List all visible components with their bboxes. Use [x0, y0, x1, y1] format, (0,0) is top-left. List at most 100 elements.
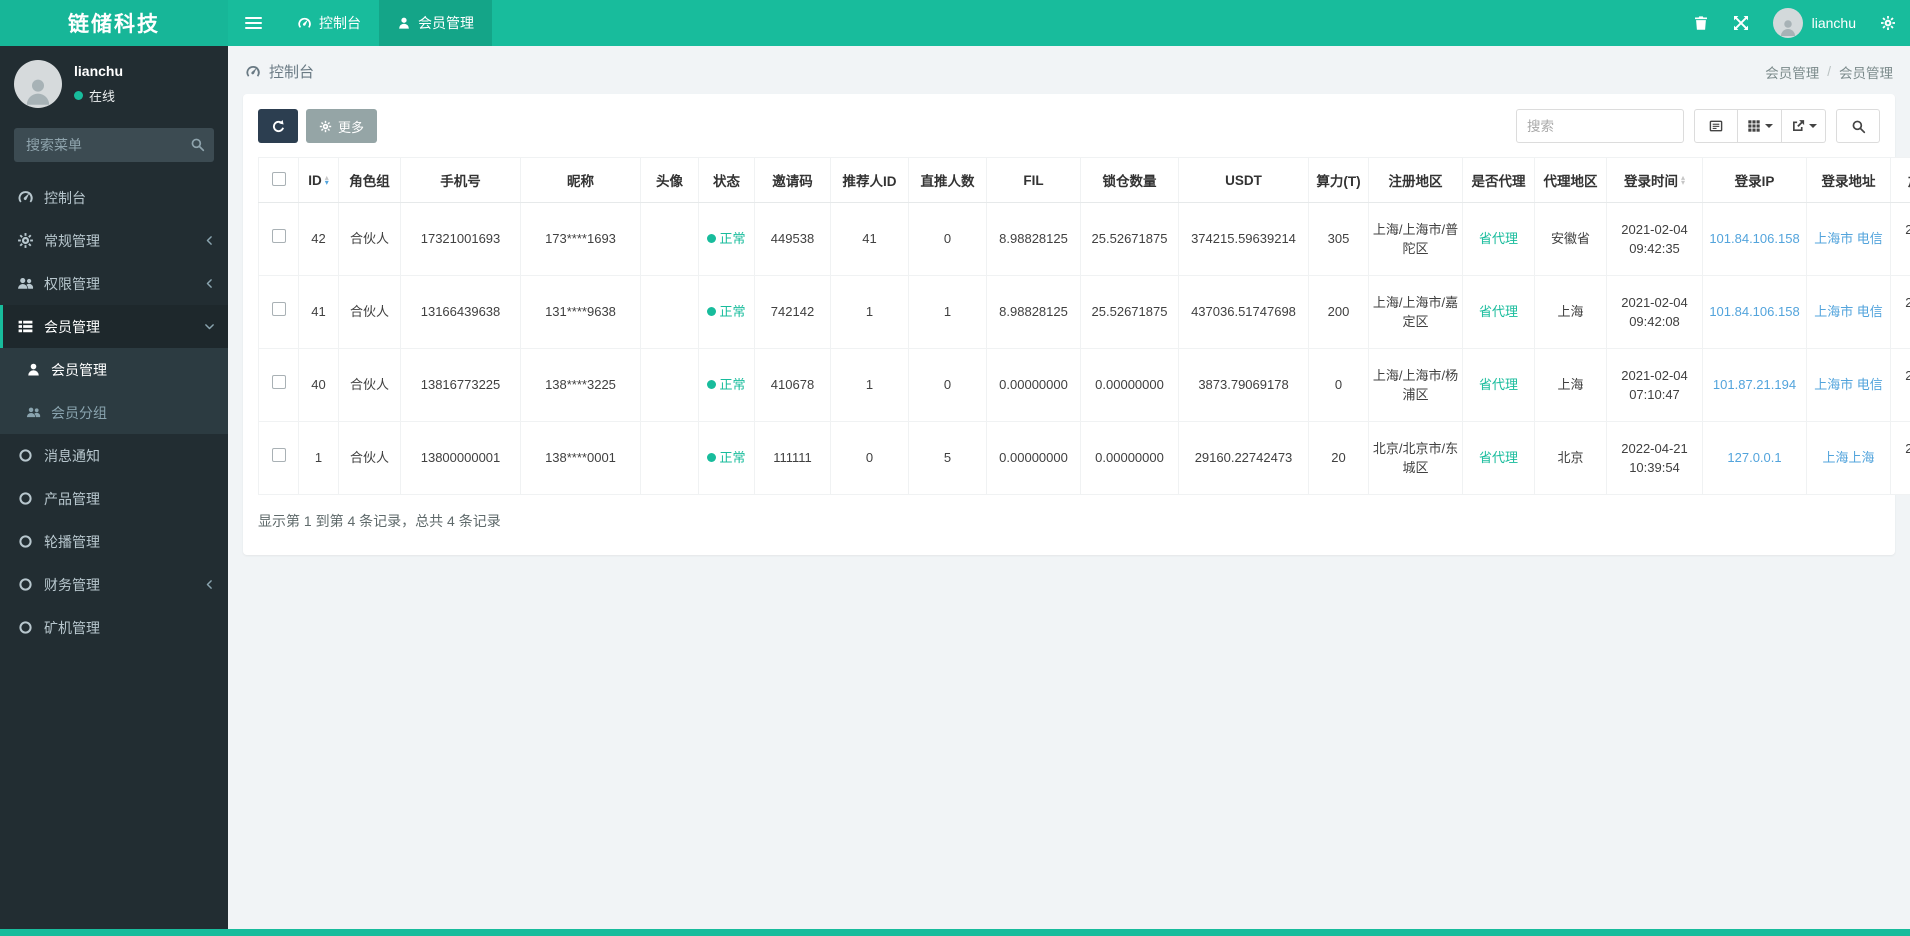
- col-header-id[interactable]: ID▴▾: [299, 158, 339, 203]
- users-icon: [26, 405, 41, 420]
- cell-agent_area: 安徽省: [1535, 203, 1607, 276]
- detail-view-button[interactable]: [1694, 109, 1738, 143]
- gear-icon: [17, 232, 34, 249]
- tab-dashboard[interactable]: 控制台: [279, 0, 379, 46]
- table-row: 41合伙人13166439638131****9638正常742142118.9…: [259, 276, 1910, 349]
- sidebar-item-carousel[interactable]: 轮播管理: [0, 520, 228, 563]
- agent-level-link[interactable]: 省代理: [1479, 231, 1518, 246]
- table-search-input[interactable]: [1516, 109, 1684, 143]
- col-header-role: 角色组: [339, 158, 401, 203]
- view-button-group: [1694, 109, 1826, 143]
- sidebar-item-members[interactable]: 会员管理: [0, 305, 228, 348]
- cell-direct: 0: [909, 203, 987, 276]
- bottom-accent-bar: [0, 929, 1910, 936]
- cell-reg_area: 上海/上海市/杨浦区: [1369, 349, 1463, 422]
- col-header-join_time[interactable]: 加入时间▴▾: [1891, 158, 1910, 203]
- more-button[interactable]: 更多: [306, 109, 377, 143]
- table-row: 1合伙人13800000001138****0001正常111111050.00…: [259, 422, 1910, 495]
- grid-icon: [1747, 119, 1761, 133]
- row-checkbox[interactable]: [272, 302, 286, 316]
- cell-status: 正常: [699, 203, 755, 276]
- row-checkbox[interactable]: [272, 375, 286, 389]
- members-table: ID▴▾角色组手机号昵称头像状态邀请码推荐人ID直推人数FIL锁仓数量USDT算…: [258, 157, 1910, 495]
- sidebar-item-products[interactable]: 产品管理: [0, 477, 228, 520]
- sidebar-toggle-button[interactable]: [228, 0, 279, 46]
- cell-avatar: [641, 276, 699, 349]
- status-dot-icon: [707, 453, 716, 462]
- trash-icon[interactable]: [1693, 15, 1709, 31]
- col-header-login_time[interactable]: 登录时间▴▾: [1607, 158, 1703, 203]
- col-header-check[interactable]: [259, 158, 299, 203]
- cell-usdt: 437036.51747698: [1179, 276, 1309, 349]
- sidebar-subitem-member-manage[interactable]: 会员管理: [0, 348, 228, 391]
- agent-level-link[interactable]: 省代理: [1479, 450, 1518, 465]
- cell-status: 正常: [699, 349, 755, 422]
- sidebar-item-miners[interactable]: 矿机管理: [0, 606, 228, 649]
- agent-level-link[interactable]: 省代理: [1479, 304, 1518, 319]
- cell-login_addr: 上海市 电信: [1807, 203, 1891, 276]
- cell-login_ip: 127.0.0.1: [1703, 422, 1807, 495]
- sidebar-item-finance[interactable]: 财务管理: [0, 563, 228, 606]
- sidebar-item-dashboard[interactable]: 控制台: [0, 176, 228, 219]
- columns-button[interactable]: [1738, 109, 1782, 143]
- cell-login_ip: 101.84.106.158: [1703, 203, 1807, 276]
- sidebar-item-general[interactable]: 常规管理: [0, 219, 228, 262]
- table-card: 更多: [243, 94, 1895, 555]
- circle-icon: [17, 490, 34, 507]
- avatar: [14, 60, 62, 108]
- user-icon: [397, 16, 411, 30]
- export-button[interactable]: [1782, 109, 1826, 143]
- tab-members[interactable]: 会员管理: [379, 0, 492, 46]
- cell-check: [259, 276, 299, 349]
- sidebar-subitem-member-group[interactable]: 会员分组: [0, 391, 228, 434]
- cell-login_addr: 上海上海: [1807, 422, 1891, 495]
- col-header-avatar: 头像: [641, 158, 699, 203]
- cell-phone: 13166439638: [401, 276, 521, 349]
- agent-level-link[interactable]: 省代理: [1479, 377, 1518, 392]
- chevron-left-icon: [203, 277, 216, 290]
- cell-role: 合伙人: [339, 422, 401, 495]
- sidebar-item-notifications[interactable]: 消息通知: [0, 434, 228, 477]
- cell-power: 20: [1309, 422, 1369, 495]
- refresh-button[interactable]: [258, 109, 298, 143]
- login_ip-link[interactable]: 127.0.0.1: [1727, 450, 1781, 465]
- cell-role: 合伙人: [339, 203, 401, 276]
- cell-login_time: 2021-02-04 09:42:08: [1607, 276, 1703, 349]
- caret-down-icon: [1809, 124, 1817, 128]
- gear-icon: [319, 120, 332, 133]
- breadcrumb-item: 会员管理: [1839, 62, 1893, 82]
- cell-nick: 131****9638: [521, 276, 641, 349]
- login_addr-link[interactable]: 上海市 电信: [1814, 377, 1883, 392]
- online-dot-icon: [74, 91, 83, 100]
- cell-direct: 1: [909, 276, 987, 349]
- status-badge: 正常: [707, 377, 745, 392]
- cell-usdt: 3873.79069178: [1179, 349, 1309, 422]
- login_addr-link[interactable]: 上海市 电信: [1814, 231, 1883, 246]
- cell-referrer: 0: [831, 422, 909, 495]
- settings-gears-icon[interactable]: [1880, 15, 1896, 31]
- login_ip-link[interactable]: 101.87.21.194: [1713, 377, 1796, 392]
- menu-search-input[interactable]: [14, 128, 214, 162]
- cell-login_time: 2021-02-04 09:42:35: [1607, 203, 1703, 276]
- status-badge: 正常: [707, 304, 745, 319]
- cell-agent_area: 北京: [1535, 422, 1607, 495]
- cell-join_time: 2021-02-03 22:19:58: [1891, 276, 1910, 349]
- search-submit-button[interactable]: [1836, 109, 1880, 143]
- login_ip-link[interactable]: 101.84.106.158: [1709, 231, 1799, 246]
- cell-avatar: [641, 349, 699, 422]
- breadcrumb-item[interactable]: 会员管理: [1765, 62, 1819, 82]
- table-row: 40合伙人13816773225138****3225正常410678100.0…: [259, 349, 1910, 422]
- cell-role: 合伙人: [339, 349, 401, 422]
- sidebar-item-permissions[interactable]: 权限管理: [0, 262, 228, 305]
- user-menu[interactable]: lianchu: [1773, 8, 1856, 38]
- login_addr-link[interactable]: 上海上海: [1822, 450, 1874, 465]
- row-checkbox[interactable]: [272, 448, 286, 462]
- row-checkbox[interactable]: [272, 229, 286, 243]
- select-all-checkbox[interactable]: [272, 172, 286, 186]
- cell-nick: 138****3225: [521, 349, 641, 422]
- sidebar: lianchu 在线 控制台 常规管理 权限管理: [0, 46, 228, 929]
- login_addr-link[interactable]: 上海市 电信: [1814, 304, 1883, 319]
- col-header-invite: 邀请码: [755, 158, 831, 203]
- fullscreen-icon[interactable]: [1733, 15, 1749, 31]
- login_ip-link[interactable]: 101.84.106.158: [1709, 304, 1799, 319]
